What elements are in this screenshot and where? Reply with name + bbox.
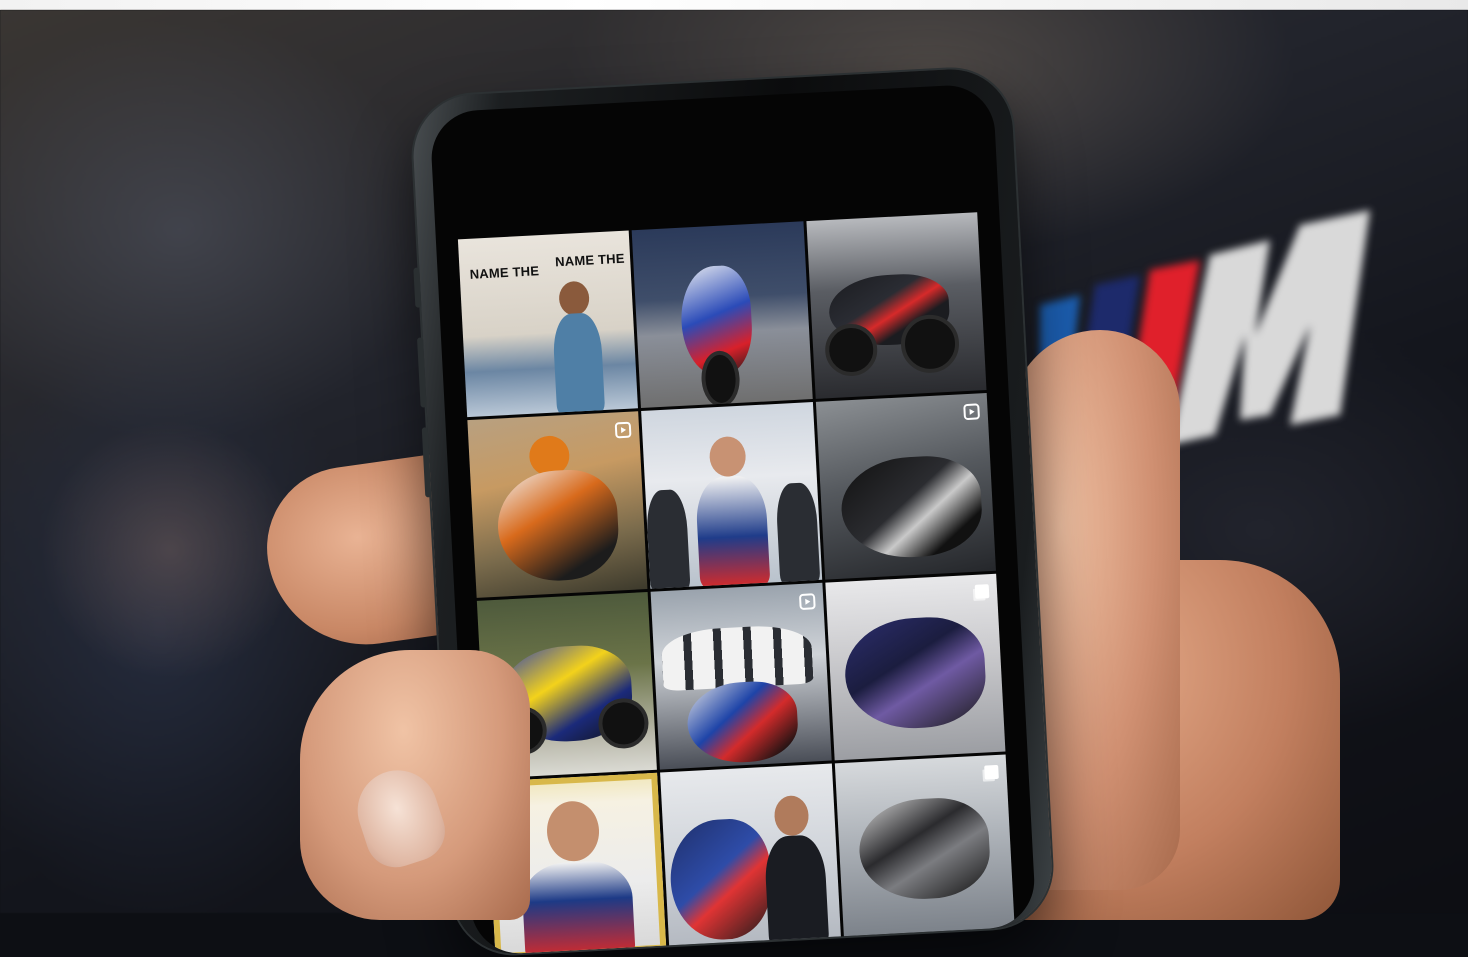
motorcycle: [838, 453, 984, 561]
feed-tile-purple-superbike[interactable]: [825, 573, 1006, 761]
crew-member: [775, 482, 821, 584]
tile-caption-name-the-2: NAME THE: [554, 250, 625, 270]
reel-icon: [963, 403, 981, 421]
feed-tile-team-garage[interactable]: [641, 402, 822, 589]
rider-head: [708, 435, 747, 478]
person-body: [551, 312, 606, 415]
crowd: [661, 623, 814, 692]
feed-tile-team-group[interactable]: [650, 582, 832, 770]
feed-tile-rokit-action[interactable]: [815, 392, 996, 580]
tile-caption-name-the: NAME THE: [469, 263, 540, 282]
multiple-photos-icon: [974, 584, 990, 599]
reel-icon: [798, 593, 816, 611]
motorcycle: [842, 614, 988, 732]
multiple-photos-icon: [984, 764, 999, 780]
feed-tile-rider-action[interactable]: [467, 411, 648, 598]
motorcycle: [685, 679, 800, 765]
top-border: [0, 0, 1468, 10]
person-head: [558, 280, 591, 317]
crew-member: [645, 488, 691, 589]
background-light-blur: [40, 420, 300, 680]
rider-suit: [695, 474, 771, 589]
feed-tile-track-corner[interactable]: [834, 754, 1015, 942]
feed-tile-superbike-studio[interactable]: [631, 221, 813, 409]
feed-tile-rokit-bike[interactable]: [806, 212, 987, 399]
instagram-photo-grid: NAME THE NAME THE: [457, 212, 1015, 956]
feed-tile-rider-with-bike[interactable]: [660, 763, 841, 951]
person-head: [773, 794, 810, 837]
motorcycle: [856, 795, 992, 903]
motorcycle: [668, 816, 775, 943]
phone-side-button: [413, 267, 422, 308]
reel-icon: [615, 421, 632, 439]
rear-wheel: [597, 697, 650, 750]
motorcycle: [495, 467, 621, 584]
rider-face: [545, 799, 601, 863]
rear-wheel: [899, 313, 961, 375]
rider-suit: [520, 859, 636, 956]
person-body: [763, 834, 830, 948]
feed-tile-racetrack-poster[interactable]: NAME THE NAME THE: [457, 230, 639, 418]
